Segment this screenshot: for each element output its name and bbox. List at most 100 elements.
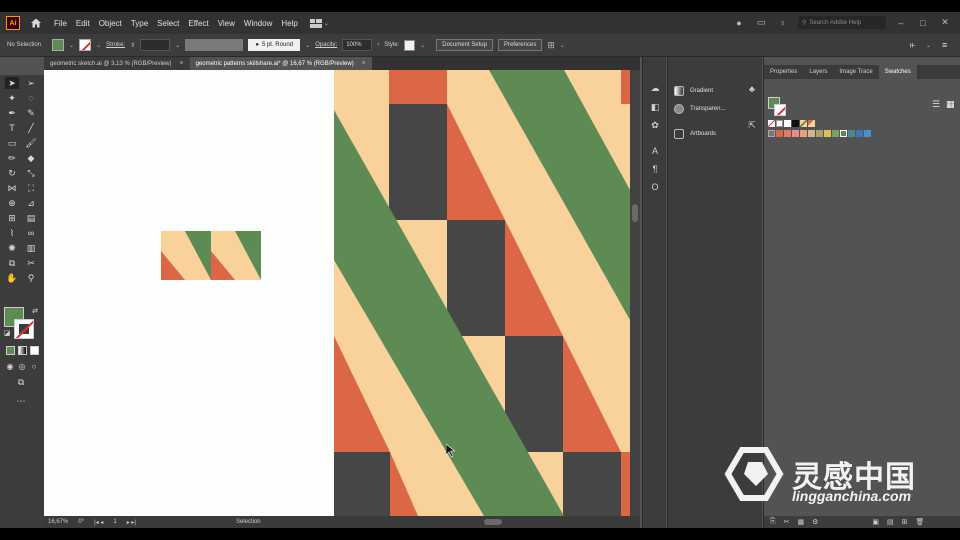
color-swatch[interactable]: [824, 130, 831, 137]
maximize-icon[interactable]: □: [916, 18, 930, 28]
opentype-icon[interactable]: O: [649, 181, 661, 193]
artboard-nav-next-icon[interactable]: ▸ ▸|: [127, 519, 136, 526]
type-tool-icon[interactable]: T: [5, 122, 19, 134]
menu-view[interactable]: View: [218, 19, 235, 28]
screen-mode-icon[interactable]: ⧉: [14, 376, 28, 388]
color-swatch[interactable]: [808, 130, 815, 137]
artboard-tool-icon[interactable]: ⧉: [5, 257, 19, 269]
panel-stroke-swatch[interactable]: [774, 104, 786, 116]
export-icon[interactable]: ⇱: [746, 119, 758, 131]
color-swatch[interactable]: [784, 130, 791, 137]
pen-tool-icon[interactable]: ✒: [5, 107, 19, 119]
chevron-down-icon[interactable]: ⌄: [69, 42, 74, 49]
curvature-tool-icon[interactable]: ✎: [24, 107, 38, 119]
color-swatch[interactable]: [800, 130, 807, 137]
draw-inside-icon[interactable]: ○: [27, 360, 41, 372]
paragraph-icon[interactable]: ¶: [649, 163, 661, 175]
chevron-down-icon[interactable]: ⌄: [420, 42, 425, 49]
character-icon[interactable]: A: [649, 145, 661, 157]
artboard[interactable]: [44, 70, 334, 516]
delete-swatch-icon[interactable]: 🗑: [916, 518, 925, 526]
horizontal-scroll-thumb[interactable]: [484, 519, 502, 525]
color-mode-icon[interactable]: [6, 346, 15, 355]
tab-image-trace[interactable]: Image Trace: [833, 65, 878, 79]
panel-menu-icon[interactable]: ≡: [942, 40, 947, 50]
cut-swatch-icon[interactable]: ✂: [784, 518, 790, 526]
edit-toolbar-icon[interactable]: ⋯: [14, 395, 28, 407]
chevron-down-icon[interactable]: ⌄: [560, 42, 565, 49]
zoom-tool-icon[interactable]: ⚲: [24, 272, 38, 284]
color-swatch[interactable]: [792, 130, 799, 137]
color-swatch[interactable]: [776, 130, 783, 137]
lasso-tool-icon[interactable]: ◌: [24, 92, 38, 104]
symbols-icon[interactable]: ♣: [746, 83, 758, 95]
menu-object[interactable]: Object: [99, 19, 122, 28]
paintbrush-tool-icon[interactable]: 🖌: [24, 137, 38, 149]
arrange-icon[interactable]: ⊞: [547, 40, 555, 51]
color-swatch[interactable]: [848, 130, 855, 137]
color-swatch[interactable]: [864, 130, 871, 137]
tab-swatches[interactable]: Swatches: [878, 65, 917, 79]
color-swatch[interactable]: [832, 130, 839, 137]
opacity-input[interactable]: 100%: [342, 39, 373, 51]
hand-tool-icon[interactable]: ✋: [5, 272, 19, 284]
line-tool-icon[interactable]: ╱: [24, 122, 38, 134]
eraser-tool-icon[interactable]: ◆: [24, 152, 38, 164]
color-swatch[interactable]: [840, 130, 847, 137]
artboard-nav-prev-icon[interactable]: |◂ ◂: [94, 519, 103, 526]
variable-width-profile[interactable]: [185, 39, 244, 51]
menu-file[interactable]: File: [54, 19, 67, 28]
swatch-libraries-icon[interactable]: ⎘: [770, 518, 776, 526]
zoom-level[interactable]: 16,67%: [48, 519, 68, 525]
document-tab[interactable]: geometric sketch.ai @ 3,13 % (RGB/Previe…: [44, 57, 190, 70]
help-search[interactable]: ⚲ Search Adobe Help: [798, 16, 886, 29]
eyedropper-tool-icon[interactable]: ⌇: [5, 227, 19, 239]
stepper-icon[interactable]: ⇕: [130, 42, 135, 49]
minimize-icon[interactable]: –: [894, 18, 908, 28]
mesh-tool-icon[interactable]: ⊞: [5, 212, 19, 224]
slice-tool-icon[interactable]: ✂: [24, 257, 38, 269]
stroke-weight-input[interactable]: [140, 39, 171, 51]
chevron-down-icon[interactable]: ⌄: [305, 42, 310, 49]
brush-definition[interactable]: ● 5 pt. Round: [248, 39, 301, 51]
shaper-tool-icon[interactable]: ✏: [5, 152, 19, 164]
new-swatch-icon[interactable]: ⊞: [902, 518, 908, 526]
home-icon[interactable]: [30, 17, 42, 29]
list-view-icon[interactable]: ☰: [932, 99, 940, 110]
arrange-documents-icon[interactable]: ▭: [754, 17, 768, 28]
lightbulb-icon[interactable]: ♀: [776, 18, 790, 28]
scale-tool-icon[interactable]: ⤡: [24, 167, 38, 179]
registration-swatch[interactable]: [776, 120, 783, 127]
new-folder-icon[interactable]: ▤: [887, 518, 894, 526]
symbol-sprayer-tool-icon[interactable]: ✺: [5, 242, 19, 254]
transparency-panel-button[interactable]: Transparen...: [674, 101, 758, 117]
color-guide-icon[interactable]: ◧: [649, 101, 661, 113]
libraries-icon[interactable]: ☁: [649, 82, 661, 94]
rotate-tool-icon[interactable]: ↻: [5, 167, 19, 179]
close-icon[interactable]: ✕: [938, 17, 952, 28]
direct-selection-tool-icon[interactable]: ➢: [24, 77, 38, 89]
chevron-down-icon[interactable]: ⌄: [96, 42, 101, 49]
grid-view-icon[interactable]: ▦: [946, 99, 955, 110]
color-group-icon[interactable]: [768, 130, 775, 137]
preferences-button[interactable]: Preferences: [497, 39, 543, 51]
chevron-down-icon[interactable]: ⌄: [175, 42, 180, 49]
free-transform-tool-icon[interactable]: ⛶: [24, 182, 38, 194]
stroke-swatch[interactable]: [79, 39, 92, 51]
none-swatch[interactable]: [768, 120, 775, 127]
gradient-tool-icon[interactable]: ▤: [24, 212, 38, 224]
blend-tool-icon[interactable]: ∞: [24, 227, 38, 239]
color-swatch[interactable]: [856, 130, 863, 137]
user-icon[interactable]: ●: [732, 18, 746, 28]
default-colors-icon[interactable]: ◪: [0, 327, 14, 339]
white-swatch[interactable]: [784, 120, 791, 127]
stroke-color-box[interactable]: [14, 319, 34, 339]
none-mode-icon[interactable]: [30, 346, 39, 355]
pattern-swatch[interactable]: [808, 120, 815, 127]
magic-wand-tool-icon[interactable]: ✦: [5, 92, 19, 104]
new-color-group-icon[interactable]: ▣: [872, 518, 879, 526]
gradient-mode-icon[interactable]: [18, 346, 27, 355]
tab-layers[interactable]: Layers: [803, 65, 833, 79]
perspective-grid-tool-icon[interactable]: ⊿: [24, 197, 38, 209]
close-icon[interactable]: ×: [362, 60, 366, 67]
